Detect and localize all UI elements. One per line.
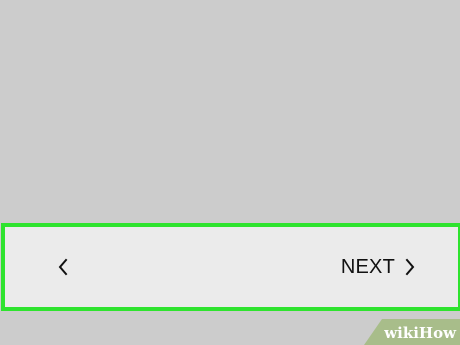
watermark-text: wikiHow: [384, 324, 456, 342]
chevron-left-icon: [58, 258, 68, 276]
watermark-text-prefix: wiki: [384, 324, 419, 342]
next-button-label: NEXT: [340, 255, 395, 278]
back-button[interactable]: [49, 249, 77, 285]
chevron-right-icon: [405, 258, 415, 276]
watermark-text-suffix: How: [418, 324, 456, 342]
next-button[interactable]: NEXT: [341, 249, 416, 285]
navigation-bar-highlighted: NEXT: [1, 223, 460, 311]
wikihow-watermark: wikiHow: [364, 319, 460, 345]
content-area: [0, 0, 460, 224]
